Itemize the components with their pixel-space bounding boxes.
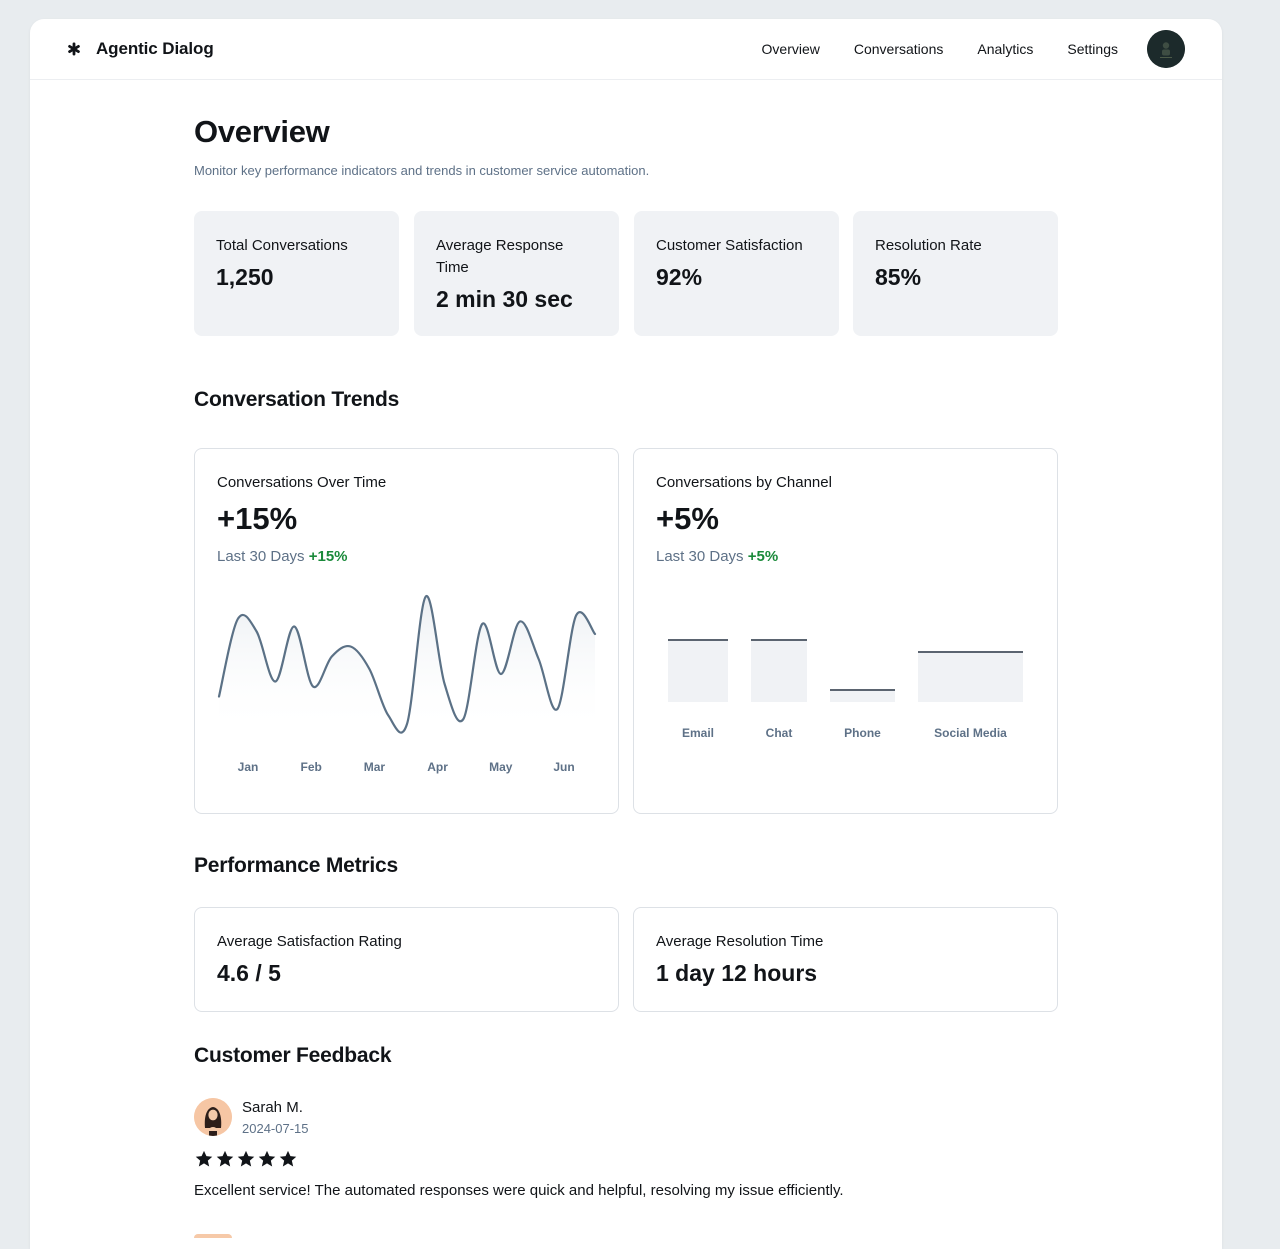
stat-label: Customer Satisfaction <box>656 237 803 254</box>
bar-top-line <box>751 639 807 641</box>
nav-analytics[interactable]: Analytics <box>977 41 1033 57</box>
x-tick-label: Email <box>682 726 714 740</box>
metric-value: 4.6 / 5 <box>217 960 281 986</box>
bar-top-line <box>830 689 895 691</box>
x-tick-label: Apr <box>427 760 448 774</box>
section-title-customer-feedback: Customer Feedback <box>194 1044 392 1067</box>
stat-card-total-conversations: Total Conversations 1,250 <box>194 211 399 336</box>
nav-overview[interactable]: Overview <box>762 41 820 57</box>
main-nav: Overview Conversations Analytics Setting… <box>762 19 1118 79</box>
x-tick-label: Chat <box>766 726 793 740</box>
feedback-avatar <box>194 1234 232 1238</box>
stats-row: Total Conversations 1,250 Average Respon… <box>194 211 1058 336</box>
stat-value: 1,250 <box>216 264 274 290</box>
app-window: Agentic Dialog Overview Conversations An… <box>30 19 1222 1249</box>
feedback-text: Excellent service! The automated respons… <box>194 1182 844 1199</box>
bar-top-line <box>668 639 728 641</box>
stat-label: Average Response Time <box>436 237 564 276</box>
bar <box>668 640 728 702</box>
stat-value: 85% <box>875 264 922 290</box>
section-title-performance-metrics: Performance Metrics <box>194 854 398 877</box>
x-tick-label: Phone <box>844 726 881 740</box>
star-icon <box>258 1150 276 1167</box>
user-avatar-icon <box>1147 30 1185 68</box>
stat-label: Resolution Rate <box>875 237 982 254</box>
feedback-rating <box>194 1149 298 1169</box>
line-chart: Jan Feb Mar Apr May Jun <box>217 595 597 774</box>
bar <box>918 652 1023 702</box>
stat-label: Total Conversations <box>216 237 348 254</box>
x-tick-label: Mar <box>364 760 386 774</box>
bar-top-line <box>918 651 1023 653</box>
stat-card-resolution-rate: Resolution Rate 85% <box>853 211 1058 336</box>
metric-card-resolution-time: Average Resolution Time 1 day 12 hours <box>633 907 1058 1012</box>
section-title-conversation-trends: Conversation Trends <box>194 388 400 411</box>
feedback-avatar <box>194 1098 232 1136</box>
stat-card-customer-satisfaction: Customer Satisfaction 92% <box>634 211 839 336</box>
nav-conversations[interactable]: Conversations <box>854 41 944 57</box>
feedback-date: 2024-07-15 <box>242 1121 309 1136</box>
page-subtitle: Monitor key performance indicators and t… <box>194 163 650 178</box>
top-navigation-bar: Agentic Dialog Overview Conversations An… <box>30 19 1222 80</box>
bar <box>751 640 807 702</box>
metric-label: Average Satisfaction Rating <box>217 933 402 950</box>
x-tick-label: Feb <box>301 760 322 774</box>
feedback-author: Sarah M. <box>242 1099 303 1116</box>
star-icon <box>216 1150 234 1167</box>
asterisk-icon <box>68 42 80 56</box>
x-tick-label: Jan <box>238 760 259 774</box>
line-area <box>219 596 595 734</box>
page-title: Overview <box>194 114 330 149</box>
star-icon <box>195 1150 213 1167</box>
panel-conversations-over-time: Conversations Over Time +15% Last 30 Day… <box>194 448 619 814</box>
stat-value: 2 min 30 sec <box>436 286 573 312</box>
woman-avatar-icon <box>194 1098 232 1136</box>
stat-card-average-response-time: Average Response Time 2 min 30 sec <box>414 211 619 336</box>
metric-card-satisfaction-rating: Average Satisfaction Rating 4.6 / 5 <box>194 907 619 1012</box>
star-icon <box>237 1150 255 1167</box>
x-tick-label: Social Media <box>934 726 1007 740</box>
nav-settings[interactable]: Settings <box>1067 41 1118 57</box>
bar-chart: Email Chat Phone Social Media <box>668 639 1023 740</box>
x-tick-label: Jun <box>553 760 574 774</box>
app-name: Agentic Dialog <box>96 39 214 58</box>
stat-value: 92% <box>656 264 703 290</box>
star-icon <box>279 1150 297 1167</box>
metric-value: 1 day 12 hours <box>656 960 818 986</box>
x-tick-label: May <box>489 760 513 774</box>
metric-label: Average Resolution Time <box>656 933 824 950</box>
panel-conversations-by-channel: Conversations by Channel +5% Last 30 Day… <box>633 448 1058 814</box>
bar <box>830 690 895 702</box>
user-avatar[interactable] <box>1147 30 1185 68</box>
brand[interactable]: Agentic Dialog <box>67 39 214 59</box>
